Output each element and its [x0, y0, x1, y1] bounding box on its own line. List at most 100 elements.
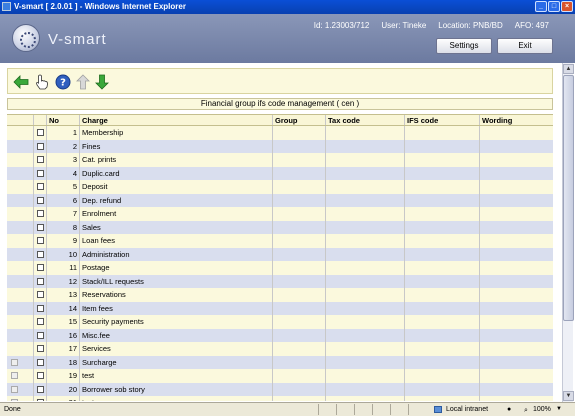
row-select-cell[interactable]	[7, 396, 34, 401]
row-checkbox[interactable]	[37, 331, 44, 339]
row-checkbox[interactable]	[37, 345, 44, 352]
row-checkbox[interactable]	[37, 142, 44, 150]
table-row[interactable]: 1 Membership	[7, 126, 553, 140]
row-checkbox[interactable]	[37, 399, 44, 401]
row-select-cell[interactable]	[7, 220, 34, 234]
row-select-cell[interactable]	[7, 207, 34, 221]
row-checkbox-cell[interactable]	[34, 315, 47, 329]
row-checkbox[interactable]	[37, 304, 44, 312]
row-checkbox-cell[interactable]	[34, 382, 47, 396]
row-checkbox[interactable]	[37, 264, 44, 271]
row-select-cell[interactable]	[7, 153, 34, 167]
table-row[interactable]: 20 Borrower sob story	[7, 382, 553, 396]
row-select-cell[interactable]	[7, 261, 34, 275]
table-row[interactable]: 21test	[7, 396, 553, 401]
scroll-thumb[interactable]	[563, 75, 574, 321]
row-checkbox-cell[interactable]	[34, 166, 47, 180]
row-checkbox-cell[interactable]	[34, 274, 47, 288]
row-checkbox-cell[interactable]	[34, 234, 47, 248]
table-row[interactable]: 10 Administration	[7, 247, 553, 261]
row-select-cell[interactable]	[7, 139, 34, 153]
row-checkbox[interactable]	[37, 156, 44, 163]
table-row[interactable]: 19 test	[7, 369, 553, 383]
settings-button[interactable]: Settings	[436, 38, 492, 54]
row-checkbox-cell[interactable]	[34, 328, 47, 342]
row-select-cell[interactable]	[7, 288, 34, 302]
arrow-down-icon[interactable]	[93, 73, 110, 90]
table-row[interactable]: 7 Enrolment	[7, 207, 553, 221]
scroll-down-icon[interactable]: ▼	[563, 391, 574, 401]
arrow-up-icon[interactable]	[74, 73, 91, 90]
table-row[interactable]: 2 Fines	[7, 139, 553, 153]
table-row[interactable]: 5 Deposit	[7, 180, 553, 194]
row-checkbox[interactable]	[37, 223, 44, 231]
row-select-cell[interactable]	[7, 180, 34, 194]
row-select-cell[interactable]	[7, 342, 34, 356]
row-checkbox-cell[interactable]	[34, 207, 47, 221]
table-row[interactable]: 17 Services	[7, 342, 553, 356]
table-row[interactable]: 11 Postage	[7, 261, 553, 275]
row-checkbox-cell[interactable]	[34, 139, 47, 153]
table-row[interactable]: 13 Reservations	[7, 288, 553, 302]
arrow-left-icon[interactable]	[12, 73, 29, 90]
zoom-level[interactable]: 100%	[533, 403, 551, 416]
scroll-up-icon[interactable]: ▲	[563, 64, 574, 74]
row-checkbox[interactable]	[37, 385, 44, 393]
row-select-cell[interactable]	[7, 247, 34, 261]
row-checkbox-cell[interactable]	[34, 301, 47, 315]
row-select-cell[interactable]	[7, 315, 34, 329]
row-checkbox-cell[interactable]	[34, 396, 47, 401]
table-row[interactable]: 4 Duplic.card	[7, 166, 553, 180]
row-checkbox[interactable]	[37, 372, 44, 379]
row-checkbox[interactable]	[37, 237, 44, 244]
row-checkbox[interactable]	[37, 318, 44, 325]
row-checkbox[interactable]	[37, 210, 44, 217]
row-checkbox[interactable]	[37, 183, 44, 190]
row-checkbox-cell[interactable]	[34, 342, 47, 356]
hand-pointer-icon[interactable]	[33, 73, 50, 90]
table-row[interactable]: 3 Cat. prints	[7, 153, 553, 167]
table-row[interactable]: 9 Loan fees	[7, 234, 553, 248]
row-select-cell[interactable]	[7, 382, 34, 396]
row-checkbox-cell[interactable]	[34, 193, 47, 207]
row-select-cell[interactable]	[7, 274, 34, 288]
maximize-button[interactable]: □	[548, 1, 560, 12]
table-row[interactable]: 8 Sales	[7, 220, 553, 234]
row-checkbox[interactable]	[37, 169, 44, 177]
table-row[interactable]: 15 Security payments	[7, 315, 553, 329]
row-checkbox-cell[interactable]	[34, 180, 47, 194]
table-row[interactable]: 14 Item fees	[7, 301, 553, 315]
row-checkbox[interactable]	[37, 291, 44, 298]
row-select-cell[interactable]	[7, 328, 34, 342]
row-select-cell[interactable]	[7, 369, 34, 383]
table-row[interactable]: 18 Surcharge	[7, 355, 553, 369]
row-checkbox[interactable]	[37, 196, 44, 204]
table-row[interactable]: 6 Dep. refund	[7, 193, 553, 207]
row-select-cell[interactable]	[7, 355, 34, 369]
close-button[interactable]: ×	[561, 1, 573, 12]
table-row[interactable]: 12 Stack/ILL requests	[7, 274, 553, 288]
row-checkbox-cell[interactable]	[34, 261, 47, 275]
vertical-scrollbar[interactable]: ▲ ▼	[562, 63, 574, 402]
row-checkbox-cell[interactable]	[34, 126, 47, 140]
row-select-cell[interactable]	[7, 166, 34, 180]
minimize-button[interactable]: _	[535, 1, 547, 12]
row-select-cell[interactable]	[7, 234, 34, 248]
row-checkbox-cell[interactable]	[34, 247, 47, 261]
table-row[interactable]: 16 Misc.fee	[7, 328, 553, 342]
row-checkbox[interactable]	[37, 277, 44, 285]
row-select-cell[interactable]	[7, 126, 34, 140]
row-checkbox[interactable]	[37, 358, 44, 366]
row-select-cell[interactable]	[7, 193, 34, 207]
row-checkbox-cell[interactable]	[34, 153, 47, 167]
row-select-cell[interactable]	[7, 301, 34, 315]
chevron-down-icon[interactable]: ▼	[556, 403, 562, 416]
row-checkbox[interactable]	[37, 250, 44, 258]
row-checkbox-cell[interactable]	[34, 369, 47, 383]
exit-button[interactable]: Exit	[497, 38, 553, 54]
row-checkbox-cell[interactable]	[34, 220, 47, 234]
row-checkbox[interactable]	[37, 129, 44, 136]
help-icon[interactable]: ?	[54, 73, 71, 90]
row-checkbox-cell[interactable]	[34, 355, 47, 369]
row-checkbox-cell[interactable]	[34, 288, 47, 302]
